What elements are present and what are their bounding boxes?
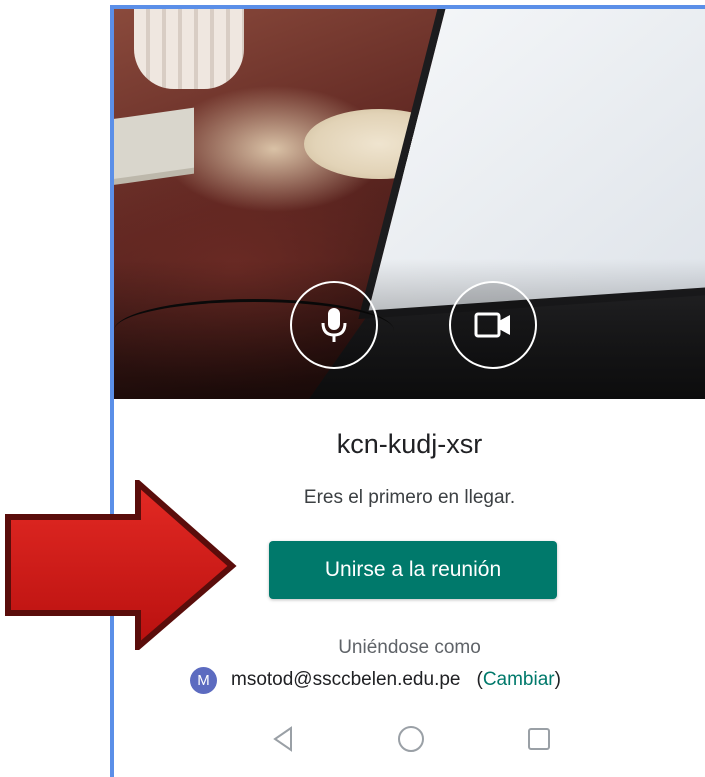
camera-toggle-button[interactable] <box>449 281 537 369</box>
account-row: M msotod@ssccbelen.edu.pe (Cambiar) <box>190 665 561 695</box>
phone-screen-frame: kcn-kudj-xsr Eres el primero en llegar. … <box>110 5 705 777</box>
change-account-wrapper: (Cambiar) <box>476 669 560 691</box>
join-meeting-button[interactable]: Unirse a la reunión <box>269 541 557 599</box>
circle-home-icon[interactable] <box>396 724 426 754</box>
preview-vase <box>134 9 244 89</box>
video-camera-icon <box>474 312 510 338</box>
avatar[interactable]: M <box>190 666 217 694</box>
triangle-back-icon[interactable] <box>268 724 298 754</box>
camera-preview <box>114 9 705 399</box>
account-email: msotod@ssccbelen.edu.pe <box>231 669 461 690</box>
microphone-toggle-button[interactable] <box>290 281 378 369</box>
meeting-code: kcn-kudj-xsr <box>336 429 483 459</box>
preview-shade <box>114 259 705 399</box>
change-account-link[interactable]: Cambiar <box>483 669 555 690</box>
square-recents-icon[interactable] <box>524 724 554 754</box>
android-navigation-bar <box>114 714 705 774</box>
red-arrow-annotation <box>5 480 237 650</box>
microphone-icon <box>321 308 347 342</box>
preview-book <box>114 107 194 181</box>
change-close-paren: ) <box>554 669 561 690</box>
